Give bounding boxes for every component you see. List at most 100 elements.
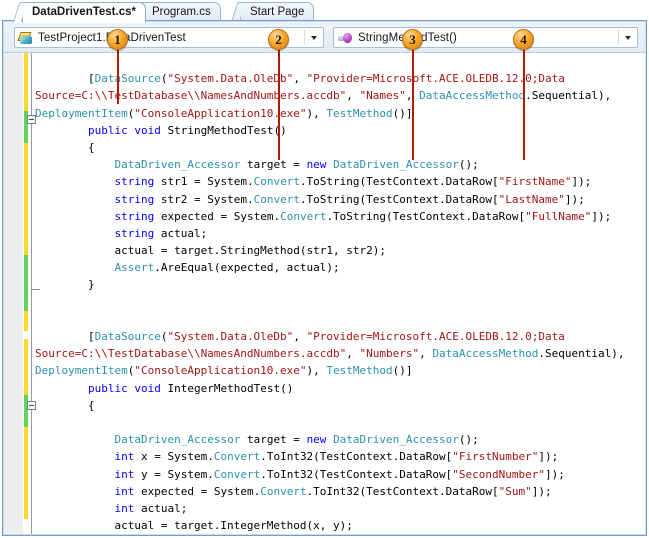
code-line: Source=C:\\TestDatabase\\NamesAndNumbers… — [35, 87, 645, 104]
change-bar-segment — [24, 339, 28, 395]
code-token: "Sum" — [498, 484, 532, 498]
editor-tab-strip: DataDrivenTest.cs* Program.cs Start Page — [0, 0, 649, 23]
code-token: "Numbers" — [359, 347, 420, 361]
code-text[interactable]: [DataSource("System.Data.OleDb", "Provid… — [35, 53, 645, 534]
code-token: ]); — [538, 450, 559, 464]
change-bar-segment — [24, 395, 28, 427]
code-token: (); — [458, 433, 479, 447]
change-bar-segment — [24, 311, 28, 331]
method-icon — [338, 31, 353, 45]
code-token: .ToString(TestContext.DataRow[ — [299, 192, 499, 206]
tab-datadriventest[interactable]: DataDrivenTest.cs* — [22, 2, 146, 23]
code-token: "System.Data.OleDb" — [167, 330, 294, 343]
code-token: .ToString(TestContext.DataRow[ — [326, 209, 526, 223]
code-line: DeploymentItem("ConsoleApplication10.exe… — [35, 105, 645, 122]
code-line: int y = System.Convert.ToInt32(TestConte… — [35, 466, 645, 483]
code-token: DataAccessMethod — [432, 347, 539, 361]
code-token: actual = target.StringMethod(str1, str2)… — [35, 244, 386, 258]
divider — [304, 30, 305, 45]
divider — [618, 30, 619, 45]
chevron-down-icon[interactable] — [620, 29, 636, 46]
callout-leader-line — [117, 50, 119, 104]
tab-program[interactable]: Program.cs — [142, 2, 221, 22]
code-token: string — [114, 192, 155, 206]
code-token: .ToString(TestContext.DataRow[ — [299, 175, 499, 189]
code-token: "FullName" — [525, 209, 592, 223]
code-surface[interactable]: [DataSource("System.Data.OleDb", "Provid… — [4, 53, 645, 534]
code-token: target = — [240, 433, 307, 447]
code-line: { — [35, 139, 645, 156]
code-token: DataAccessMethod — [419, 89, 526, 103]
code-token: "SecondNumber" — [452, 467, 545, 481]
code-line: actual = target.StringMethod(str1, str2)… — [35, 242, 645, 259]
code-line: int expected = System.Convert.ToInt32(Te… — [35, 483, 645, 500]
code-line: [DataSource("System.Data.OleDb", "Provid… — [35, 70, 645, 87]
code-token: string — [114, 175, 155, 189]
code-line: DataDriven_Accessor target = new DataDri… — [35, 156, 645, 173]
code-token: , — [293, 72, 307, 86]
callout-leader-line — [278, 50, 280, 160]
code-token: ]); — [591, 209, 612, 223]
code-line: Source=C:\\TestDatabase\\NamesAndNumbers… — [35, 345, 645, 362]
code-line: string expected = System.Convert.ToStrin… — [35, 208, 645, 225]
code-line: int actual; — [35, 500, 645, 517]
code-token: , — [346, 89, 360, 103]
code-token: void — [134, 123, 161, 137]
code-token: { — [35, 140, 95, 154]
member-dropdown[interactable]: StringMethodTest() — [333, 27, 638, 48]
code-token: [ — [35, 72, 95, 86]
code-token: { — [35, 398, 95, 412]
indicator-margin[interactable] — [4, 53, 24, 534]
code-line: public void IntegerMethodTest() — [35, 380, 645, 397]
code-editor-window: TestProject1.DataDrivenTest StringMethod… — [2, 20, 647, 536]
code-token: "ConsoleApplication10.exe" — [134, 364, 307, 378]
callout-badge-1: 1 — [107, 29, 128, 50]
code-line: Assert.AreEqual(expected, actual); — [35, 259, 645, 276]
code-token: ]); — [544, 467, 565, 481]
change-bar-segment — [24, 255, 28, 311]
code-token: "System.Data.OleDb" — [167, 72, 294, 86]
code-token: ]); — [564, 192, 585, 206]
tab-label: DataDrivenTest.cs* — [32, 6, 136, 18]
tab-start-page[interactable]: Start Page — [240, 2, 315, 22]
callout-leader-line — [523, 50, 525, 160]
chevron-down-icon[interactable] — [306, 29, 322, 46]
code-token: "Provider=Microsoft.ACE.OLEDB.12.0;Data — [306, 72, 565, 86]
code-token: (); — [458, 158, 479, 172]
code-line: public void StringMethodTest() — [35, 122, 645, 139]
code-token: "Names" — [359, 89, 406, 103]
code-token: Convert — [253, 175, 300, 189]
outlining-rail — [31, 53, 32, 534]
code-line: string str1 = System.Convert.ToString(Te… — [35, 173, 645, 190]
code-line: string str2 = System.Convert.ToString(Te… — [35, 191, 645, 208]
change-tracking-bar — [24, 53, 28, 534]
code-token: y = System. — [134, 467, 214, 481]
code-token: int — [114, 501, 135, 515]
code-token: actual; — [134, 501, 188, 515]
code-token: } — [35, 278, 95, 292]
code-token: TestMethod — [326, 106, 393, 120]
code-token: new — [306, 433, 327, 447]
code-token: , — [293, 330, 307, 343]
code-token: public — [87, 123, 128, 137]
code-token: [ — [35, 330, 95, 343]
code-token: DataDriven_Accessor — [333, 433, 459, 447]
code-line: [DataSource("System.Data.OleDb", "Provid… — [35, 328, 645, 345]
code-token: int — [114, 450, 135, 464]
callout-badge-4: 4 — [513, 29, 534, 50]
code-line: DataDriven_Accessor target = new DataDri… — [35, 431, 645, 448]
change-bar-segment — [24, 143, 28, 255]
callout-badge-3: 3 — [402, 29, 423, 50]
code-token: string — [114, 226, 155, 240]
